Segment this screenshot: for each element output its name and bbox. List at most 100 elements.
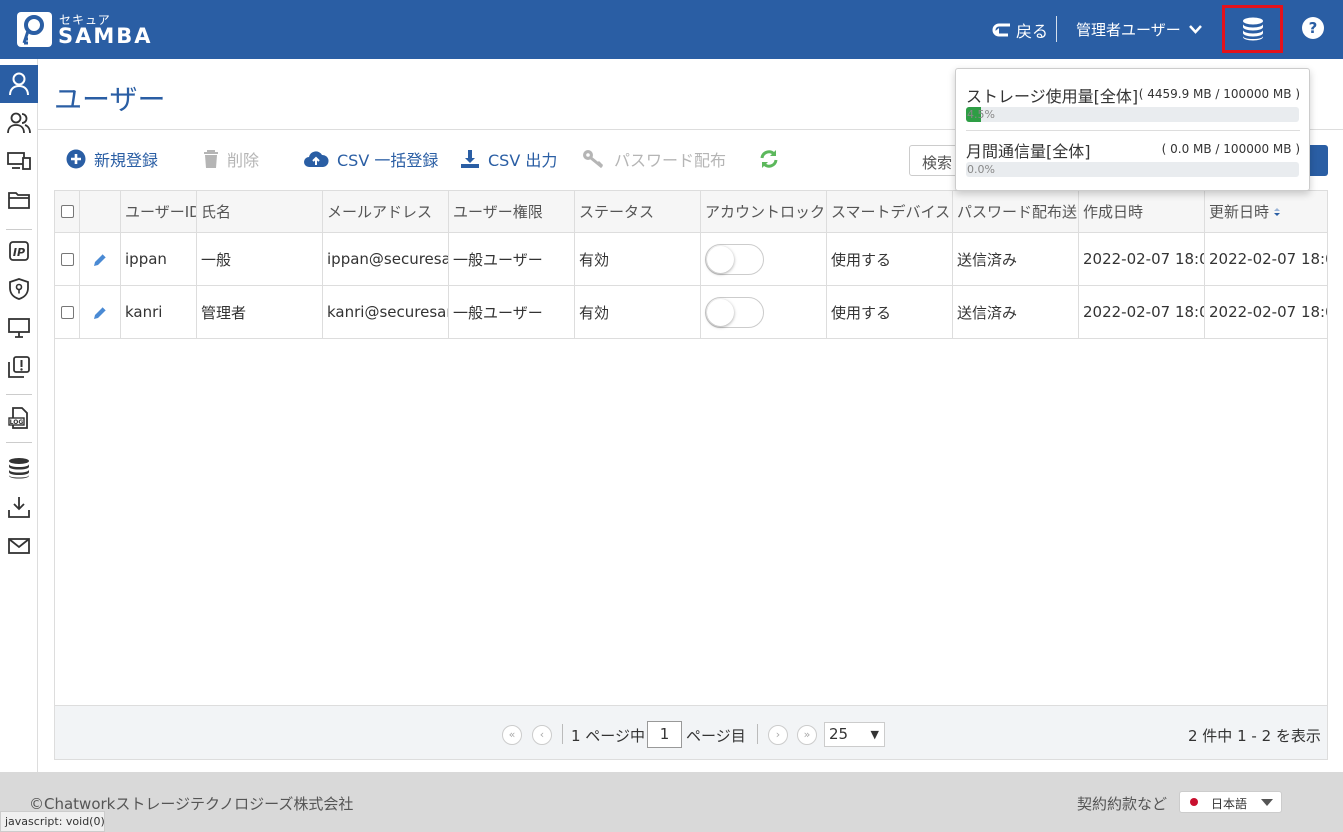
column-header-account-lock[interactable]: アカウントロック [701, 191, 827, 232]
sidebar-item-storage[interactable] [0, 449, 38, 487]
caret-down-icon [1261, 799, 1273, 806]
svg-text:LOG: LOG [10, 419, 24, 426]
new-user-label: 新規登録 [94, 151, 159, 170]
next-page-button[interactable]: › [768, 725, 788, 745]
updated-header-label: 更新日時 [1209, 203, 1270, 221]
log-file-icon: LOG [8, 407, 28, 429]
pager-divider [757, 724, 758, 744]
column-header-status[interactable]: ステータス [575, 191, 701, 232]
ip-icon: IP [9, 241, 29, 261]
row-checkbox[interactable] [60, 305, 74, 319]
sidebar-item-groups[interactable] [0, 104, 38, 142]
back-label: 戻る [1016, 22, 1049, 41]
cell-password-sent: 送信済み [953, 233, 1079, 285]
language-select[interactable]: 日本語 [1179, 791, 1282, 813]
csv-export-button[interactable]: CSV 出力 [460, 146, 557, 172]
back-link[interactable]: 戻る [990, 18, 1048, 42]
help-icon[interactable]: ? [1302, 17, 1324, 39]
account-lock-toggle[interactable] [705, 243, 764, 275]
database-icon [9, 458, 29, 479]
select-all-checkbox[interactable] [60, 205, 74, 218]
storage-progress-bar: 4.5% [966, 107, 1299, 122]
page-suffix-text: ページ目 [686, 727, 746, 745]
pagination-bar: « ‹ 1 ページ中 1 ページ目 › » 25 ▼ 2 件中 1 - 2 を表… [55, 705, 1327, 759]
edit-cell [80, 233, 121, 285]
prev-page-button[interactable]: ‹ [532, 725, 552, 745]
cell-updated: 2022-02-07 18:02: [1209, 303, 1327, 321]
sidebar-item-folders[interactable] [0, 181, 38, 219]
plus-circle-icon [66, 149, 86, 169]
table-row[interactable]: ippan 一般 ippan@securesam 一般ユーザー 有効 使用する … [55, 233, 1327, 286]
sidebar-item-logs[interactable]: LOG [0, 399, 38, 437]
first-page-button[interactable]: « [502, 725, 522, 745]
new-user-button[interactable]: 新規登録 [66, 146, 158, 172]
footer: ©Chatworkストレージテクノロジーズ株式会社 契約約款など 日本語 [0, 772, 1343, 832]
logo-title: SAMBA [58, 24, 153, 48]
account-lock-toggle[interactable] [705, 296, 764, 328]
column-header-smart-device[interactable]: スマートデバイス [827, 191, 953, 232]
sidebar-item-security[interactable] [0, 270, 38, 308]
column-header-user-id[interactable]: ユーザーID [121, 191, 197, 232]
admin-user-menu[interactable]: 管理者ユーザー [1076, 19, 1202, 40]
page-count-text: 1 ページ中 [571, 727, 646, 745]
sidebar-item-alerts[interactable] [0, 348, 38, 386]
sidebar-item-mail[interactable] [0, 527, 38, 565]
app-logo[interactable]: セキュア SAMBA [17, 12, 161, 48]
japan-flag-icon [1190, 798, 1198, 806]
transfer-progress-bar: 0.0% [966, 162, 1299, 177]
trash-icon [204, 149, 218, 168]
page-size-value: 25 [829, 725, 849, 743]
sort-icon [1274, 207, 1281, 216]
last-page-button[interactable]: » [797, 725, 817, 745]
cell-status: 有効 [575, 233, 701, 285]
pencil-icon[interactable] [93, 252, 108, 267]
csv-import-label: CSV 一括登録 [337, 151, 439, 170]
cell-smart-device: 使用する [827, 233, 953, 285]
cell-account-lock [701, 286, 827, 338]
row-checkbox[interactable] [60, 252, 74, 266]
storage-usage-label: ストレージ使用量[全体] [966, 87, 1139, 106]
cell-account-lock [701, 233, 827, 285]
page-number-input[interactable]: 1 [647, 721, 682, 748]
refresh-button[interactable] [759, 146, 779, 172]
column-header-created[interactable]: 作成日時 [1079, 191, 1205, 232]
cell-name: 一般 [197, 233, 323, 285]
cell-smart-device: 使用する [827, 286, 953, 338]
storage-usage-button[interactable] [1222, 5, 1283, 53]
chevron-down-icon: ▼ [870, 728, 879, 741]
sidebar-item-user[interactable] [0, 65, 38, 103]
sidebar-item-devices[interactable] [0, 142, 38, 180]
password-distribution-button[interactable]: パスワード配布 [582, 146, 726, 172]
delete-button[interactable]: 削除 [203, 146, 259, 172]
csv-import-button[interactable]: CSV 一括登録 [303, 146, 438, 172]
database-icon [1242, 17, 1263, 41]
sidebar-item-download[interactable] [0, 488, 38, 526]
page-size-select[interactable]: 25 ▼ [824, 722, 885, 747]
cell-name: 管理者 [197, 286, 323, 338]
table-row[interactable]: kanri 管理者 kanri@securesam 一般ユーザー 有効 使用する… [55, 286, 1327, 339]
top-header: セキュア SAMBA 戻る 管理者ユーザー ? [0, 0, 1343, 59]
row-select-cell [55, 233, 80, 285]
edit-column-header [80, 191, 121, 232]
pencil-icon[interactable] [93, 305, 108, 320]
toggle-knob [707, 245, 734, 273]
sidebar-item-ip-restriction[interactable]: IP [0, 232, 38, 270]
sidebar-item-monitor[interactable] [0, 309, 38, 347]
column-header-role[interactable]: ユーザー権限 [449, 191, 575, 232]
key-icon [583, 150, 604, 169]
csv-export-label: CSV 出力 [488, 151, 558, 170]
monitor-icon [8, 318, 30, 338]
back-arrow-icon [992, 23, 1010, 37]
column-header-password-sent[interactable]: パスワード配布送 [953, 191, 1079, 232]
terms-link[interactable]: 契約約款など [1077, 793, 1167, 814]
cell-user-id: kanri [121, 286, 197, 338]
shield-icon [9, 278, 29, 300]
sidebar-divider [6, 394, 32, 395]
transfer-usage-label: 月間通信量[全体] [966, 142, 1091, 161]
storage-usage-detail: ( 4459.9 MB / 100000 MB ) [1138, 87, 1300, 101]
column-header-updated[interactable]: 更新日時 [1205, 191, 1327, 232]
language-label: 日本語 [1211, 797, 1248, 811]
column-header-name[interactable]: 氏名 [197, 191, 323, 232]
user-table: ユーザーID 氏名 メールアドレス ユーザー権限 ステータス アカウントロック … [54, 190, 1328, 760]
column-header-email[interactable]: メールアドレス [323, 191, 449, 232]
